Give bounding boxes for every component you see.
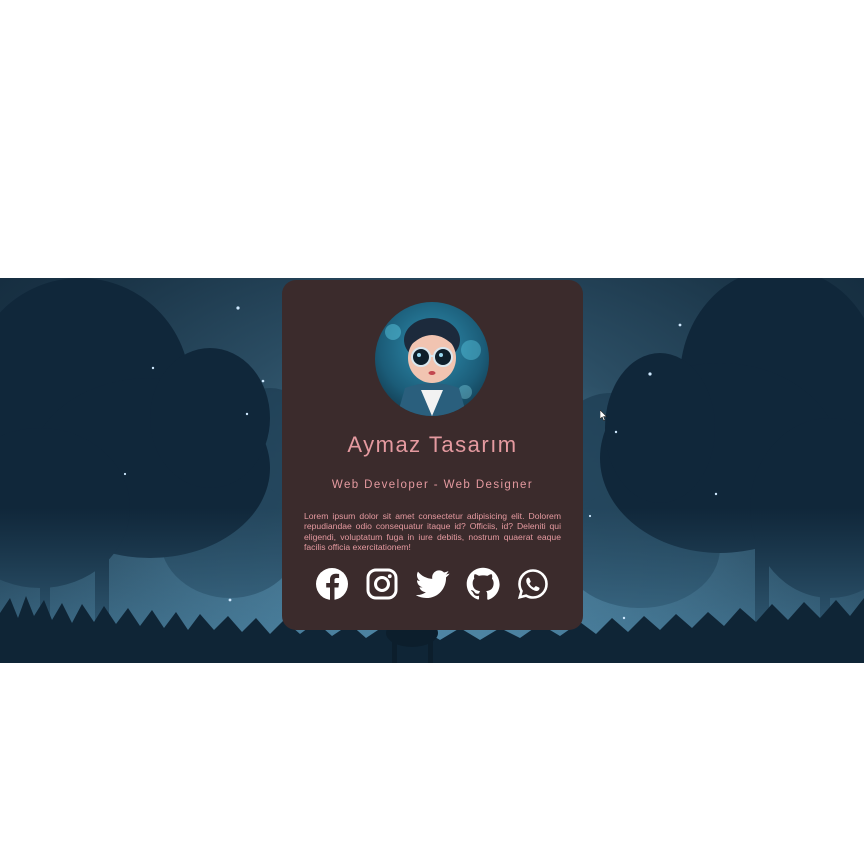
profile-name: Aymaz Tasarım bbox=[347, 432, 518, 457]
avatar bbox=[375, 302, 489, 416]
github-link[interactable] bbox=[466, 567, 500, 601]
social-links bbox=[315, 566, 550, 602]
profile-card: Aymaz Tasarım Web Developer - Web Design… bbox=[282, 280, 583, 630]
profile-bio: Lorem ipsum dolor sit amet consectetur a… bbox=[304, 511, 561, 553]
facebook-link[interactable] bbox=[315, 567, 349, 601]
whatsapp-icon bbox=[517, 569, 548, 600]
mouse-cursor-icon bbox=[600, 410, 608, 421]
profile-title: Web Developer - Web Designer bbox=[331, 479, 534, 491]
twitter-icon bbox=[415, 570, 449, 599]
twitter-link[interactable] bbox=[415, 567, 450, 601]
instagram-icon bbox=[366, 568, 398, 600]
facebook-icon bbox=[316, 568, 348, 600]
avatar-image bbox=[375, 302, 489, 416]
whatsapp-link[interactable] bbox=[516, 567, 550, 601]
github-icon bbox=[466, 567, 500, 600]
instagram-link[interactable] bbox=[365, 567, 399, 601]
